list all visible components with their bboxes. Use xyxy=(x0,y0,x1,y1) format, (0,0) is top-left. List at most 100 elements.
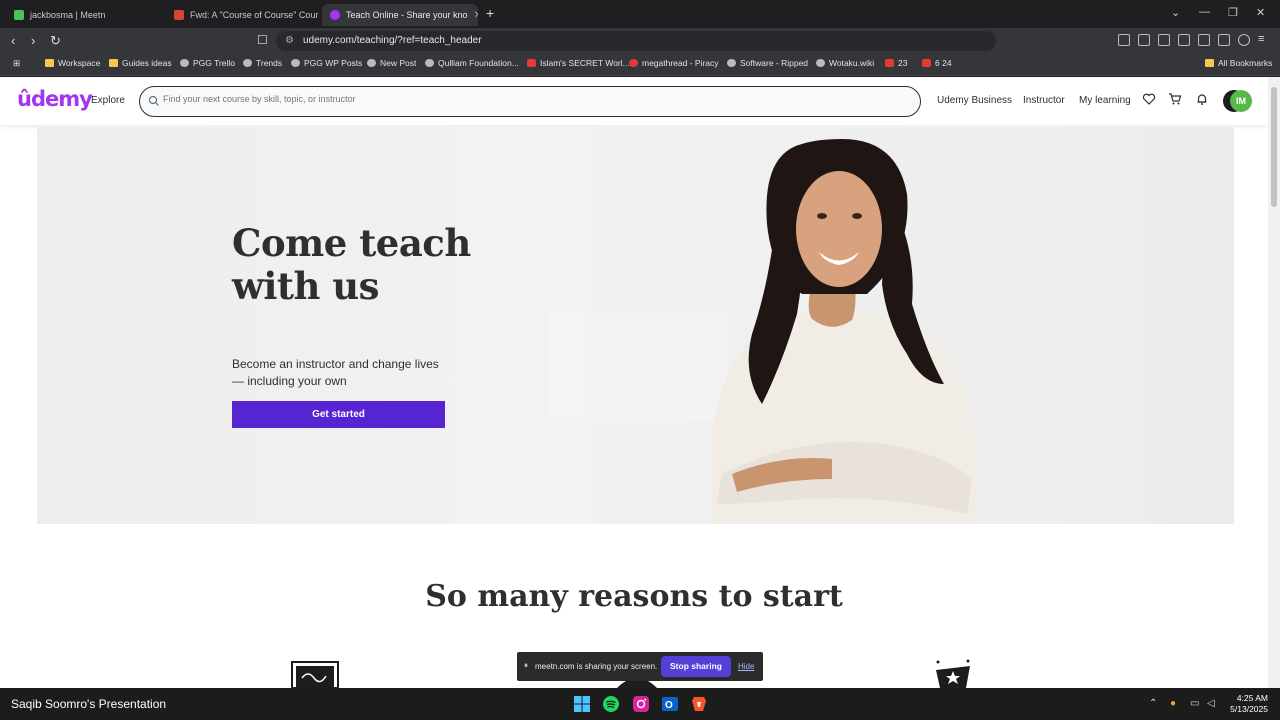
system-clock[interactable]: 4:25 AM 5/13/2025 xyxy=(1228,693,1268,715)
reload-icon[interactable]: ↻ xyxy=(50,33,61,49)
youtube-icon xyxy=(527,59,536,67)
url-text: udemy.com/teaching/?ref=teach_header xyxy=(303,35,482,46)
scrollbar-thumb[interactable] xyxy=(1271,87,1277,207)
bookmark-workspace[interactable]: Workspace xyxy=(45,58,100,68)
sidebar-icon[interactable] xyxy=(1178,34,1190,46)
bookmark-label: Islam's SECRET Worl... xyxy=(540,58,630,68)
udemy-logo[interactable]: ûdemy xyxy=(17,87,93,111)
bookmark-youtube[interactable]: Islam's SECRET Worl... xyxy=(527,58,630,68)
instructor-photo xyxy=(712,139,978,524)
brave-browser-icon[interactable] xyxy=(690,695,708,713)
tab-search-icon[interactable]: ⌄ xyxy=(1171,6,1180,19)
bookmark-software[interactable]: Software - Ripped xyxy=(727,58,808,68)
address-toolbar: ‹ › ↻ ☐ ⚙ udemy.com/teaching/?ref=teach_… xyxy=(0,28,1280,54)
site-header: ûdemy Explore Udemy Business Instructor … xyxy=(0,77,1268,125)
bookmark-label: PGG Trello xyxy=(193,58,236,68)
bookmark-label: New Post xyxy=(380,58,417,68)
site-info-icon[interactable]: ⚙ xyxy=(285,35,294,46)
bookmark-23[interactable]: 23 xyxy=(885,58,907,68)
wordpress-icon xyxy=(291,59,300,67)
url-field[interactable]: ⚙ udemy.com/teaching/?ref=teach_header xyxy=(276,31,996,51)
hero-title: Come teach with us xyxy=(232,221,471,308)
hide-share-bar-link[interactable]: Hide xyxy=(738,662,754,671)
teach-illustration-icon xyxy=(291,661,339,688)
forward-icon[interactable]: › xyxy=(31,33,35,48)
rewards-illustration-icon xyxy=(936,659,970,688)
new-tab-icon[interactable]: + xyxy=(486,5,494,21)
folder-icon xyxy=(1205,59,1214,67)
search-input[interactable] xyxy=(163,94,863,104)
bookmark-megathread[interactable]: megathread - Piracy xyxy=(629,58,719,68)
page-icon xyxy=(727,59,736,67)
wishlist-heart-icon[interactable] xyxy=(1142,92,1156,106)
cart-icon[interactable] xyxy=(1168,92,1182,106)
trello-icon xyxy=(180,59,189,67)
leo-icon[interactable] xyxy=(1218,34,1230,46)
vpn-icon[interactable] xyxy=(1238,34,1250,46)
tab-meetn[interactable]: jackbosma | Meetn xyxy=(6,4,164,26)
bookmark-label: Guides ideas xyxy=(122,58,172,68)
bookmark-label: Trends xyxy=(256,58,283,68)
microphone-icon[interactable]: ● xyxy=(1170,698,1176,709)
windows-start-icon[interactable] xyxy=(573,695,591,713)
notification-bell-icon[interactable] xyxy=(1195,92,1209,106)
outlook-icon[interactable]: O xyxy=(661,695,679,713)
svg-text:O: O xyxy=(665,700,673,711)
bookmark-6-24[interactable]: 6 24 xyxy=(922,58,952,68)
instagram-icon[interactable] xyxy=(632,695,650,713)
hero-banner xyxy=(37,127,1234,524)
tab-gmail[interactable]: Fwd: A "Course of Course" Course - xyxy=(166,4,318,26)
meetn-favicon-icon xyxy=(14,10,24,20)
udemy-business-link[interactable]: Udemy Business xyxy=(937,95,1012,106)
bookmark-label: PGG WP Posts xyxy=(304,58,363,68)
page-scrollbar[interactable] xyxy=(1268,77,1280,688)
bookmark-label: Qulliam Foundation... xyxy=(438,58,519,68)
tab-udemy-teach[interactable]: Teach Online - Share your kno ✕ xyxy=(322,4,478,26)
page-icon xyxy=(816,59,825,67)
tab-strip: jackbosma | Meetn Fwd: A "Course of Cour… xyxy=(0,0,1280,28)
back-icon[interactable]: ‹ xyxy=(11,33,15,48)
search-icon xyxy=(148,95,159,106)
bookmark-guides[interactable]: Guides ideas xyxy=(109,58,172,68)
bookmark-trello[interactable]: PGG Trello xyxy=(180,58,235,68)
bookmark-wp-posts[interactable]: PGG WP Posts xyxy=(291,58,362,68)
bookmark-trends[interactable]: Trends xyxy=(243,58,282,68)
bookmark-label: Wotaku.wiki xyxy=(829,58,875,68)
extension-icon[interactable] xyxy=(1138,34,1150,46)
bookmarks-bar: ⊞ Workspace Guides ideas PGG Trello Tren… xyxy=(0,54,1280,76)
restore-icon[interactable]: ❐ xyxy=(1228,6,1238,19)
youtube-icon xyxy=(885,59,894,67)
extension-icon[interactable] xyxy=(1118,34,1130,46)
bookmark-label: Software - Ripped xyxy=(740,58,809,68)
my-learning-link[interactable]: My learning xyxy=(1079,95,1131,106)
explore-link[interactable]: Explore xyxy=(91,95,125,106)
windows-taskbar: Saqib Soomro's Presentation O ⌃ ● ▭ ◁ 4:… xyxy=(0,688,1280,720)
close-tab-icon[interactable]: ✕ xyxy=(474,10,478,21)
volume-icon[interactable]: ◁ xyxy=(1207,698,1215,709)
apps-icon[interactable]: ⊞ xyxy=(13,58,20,69)
drag-handle-icon[interactable]: ⏸ xyxy=(524,661,528,671)
instructor-link[interactable]: Instructor xyxy=(1023,95,1065,106)
minimize-icon[interactable]: — xyxy=(1199,6,1210,18)
bookmark-icon[interactable]: ☐ xyxy=(257,33,268,47)
spotify-icon[interactable] xyxy=(602,695,620,713)
bookmark-wotaku[interactable]: Wotaku.wiki xyxy=(816,58,874,68)
bookmark-label: 6 24 xyxy=(935,58,952,68)
menu-icon[interactable]: ≡ xyxy=(1258,33,1264,45)
folder-icon xyxy=(45,59,54,67)
network-icon[interactable]: ▭ xyxy=(1190,698,1199,709)
search-bar[interactable] xyxy=(139,86,921,117)
tray-overflow-icon[interactable]: ⌃ xyxy=(1149,698,1157,709)
reasons-heading: So many reasons to start xyxy=(425,579,843,614)
all-bookmarks[interactable]: All Bookmarks xyxy=(1205,58,1272,68)
youtube-icon xyxy=(922,59,931,67)
extensions-icon[interactable] xyxy=(1158,34,1170,46)
bookmark-new-post[interactable]: New Post xyxy=(367,58,416,68)
get-started-button[interactable]: Get started xyxy=(232,401,445,428)
hero-subtitle: Become an instructor and change lives — … xyxy=(232,357,439,388)
meetn-extension-icon[interactable]: IM xyxy=(1230,90,1252,112)
stop-sharing-button[interactable]: Stop sharing xyxy=(661,656,731,677)
close-window-icon[interactable]: ✕ xyxy=(1256,6,1265,19)
bookmark-qulliam[interactable]: Qulliam Foundation... xyxy=(425,58,519,68)
wallet-icon[interactable] xyxy=(1198,34,1210,46)
